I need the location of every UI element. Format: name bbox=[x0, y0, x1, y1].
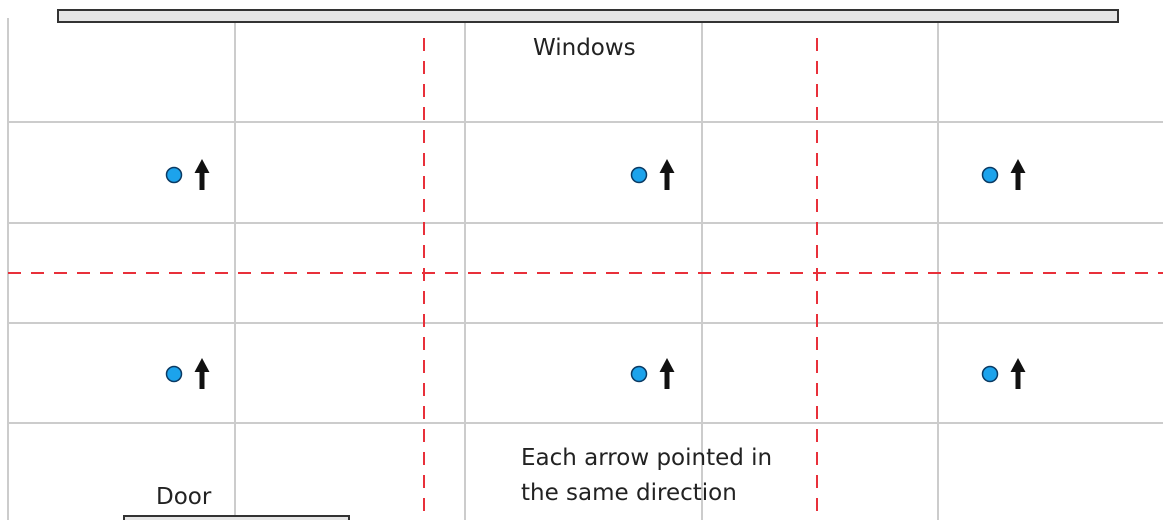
blue-dot bbox=[630, 166, 648, 184]
blue-dot bbox=[981, 365, 999, 383]
windows-label: Windows bbox=[533, 35, 636, 61]
door-bar bbox=[123, 515, 350, 520]
blue-dot bbox=[165, 365, 183, 383]
note-line-1: Each arrow pointed in bbox=[521, 445, 772, 471]
blue-dot bbox=[165, 166, 183, 184]
blue-dot bbox=[981, 166, 999, 184]
window-bar bbox=[57, 9, 1119, 23]
diagram-background bbox=[0, 0, 1163, 520]
note-line-2: the same direction bbox=[521, 480, 737, 506]
door-label: Door bbox=[156, 484, 212, 510]
room-layout-diagram: Windows Door Each arrow pointed in the s… bbox=[0, 0, 1163, 520]
blue-dot bbox=[630, 365, 648, 383]
